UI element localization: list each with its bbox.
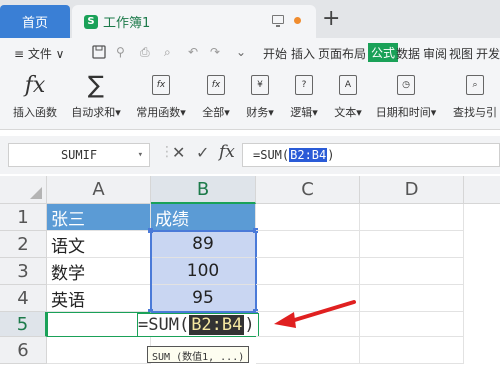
fx-icon: fx — [24, 72, 46, 98]
column-header-e[interactable] — [464, 176, 500, 204]
row-header-6[interactable]: 6 — [0, 337, 47, 364]
date-time-button[interactable]: ◷ 日期和时间▾ — [374, 72, 438, 120]
print-icon[interactable]: ⎙ — [140, 45, 150, 60]
menu-start[interactable]: 开始 — [263, 45, 287, 62]
text-button[interactable]: A 文本▾ — [330, 72, 366, 120]
menu-developer[interactable]: 开发 — [476, 45, 500, 62]
cell-a3[interactable]: 数学 — [47, 258, 151, 285]
column-header-d[interactable]: D — [360, 176, 464, 204]
menu-formula[interactable]: 公式 — [368, 43, 399, 62]
cell-b2[interactable]: 89 — [151, 231, 256, 258]
cell-a4[interactable]: 英语 — [47, 285, 151, 312]
red-arrow-icon — [274, 300, 356, 328]
tab-home[interactable]: 首页 — [0, 5, 70, 38]
cell-d1[interactable] — [360, 204, 464, 231]
format-painter-icon[interactable]: ⚲ — [116, 45, 125, 59]
lookup-reference-button[interactable]: ⌕ 查找与引 — [450, 72, 500, 120]
unsaved-dot-icon — [294, 17, 301, 24]
cell-d4[interactable] — [360, 285, 464, 312]
cancel-icon[interactable]: ✕ — [172, 143, 185, 162]
tab-bar: 首页 S 工作簿1 + — [0, 0, 500, 38]
cell-d5[interactable] — [360, 312, 464, 337]
name-box-dropdown-icon[interactable]: ▾ — [138, 150, 143, 160]
cell-a6[interactable] — [47, 337, 151, 364]
column-header-b[interactable]: B — [151, 176, 256, 204]
column-header-a[interactable]: A — [47, 176, 151, 204]
cell-b4[interactable]: 95 — [151, 285, 256, 312]
cell-c1[interactable] — [256, 204, 360, 231]
row-header-5[interactable]: 5 — [0, 312, 47, 337]
row-header-2[interactable]: 2 — [0, 231, 47, 258]
selection-handle[interactable] — [148, 228, 153, 233]
cell-c2[interactable] — [256, 231, 360, 258]
formula-input[interactable]: =SUM(B2:B4) — [242, 143, 500, 167]
row-header-3[interactable]: 3 — [0, 258, 47, 285]
wps-sheet-logo-icon: S — [84, 14, 98, 29]
formula-range-ref: B2:B4 — [289, 148, 328, 162]
cell-b1[interactable]: 成绩 — [151, 204, 256, 231]
common-function-icon: fx — [132, 72, 190, 98]
lookup-icon: ⌕ — [450, 72, 500, 98]
sigma-icon: ∑ — [87, 71, 105, 99]
menu-bar: ≡ 文件 ∨ ⚲ ⎙ ⌕ ↶ ↷ ⌄ 开始 插入 页面布局 公式 数据 审阅 视… — [0, 38, 500, 68]
insert-function-button[interactable]: fx 插入函数 — [8, 72, 62, 120]
print-preview-icon[interactable]: ⌕ — [164, 45, 171, 60]
more-dropdown-icon[interactable]: ⌄ — [236, 45, 246, 59]
column-header-c[interactable]: C — [256, 176, 360, 204]
text-icon: A — [330, 72, 366, 98]
function-tooltip: SUM (数值1, ...) — [147, 346, 250, 363]
confirm-check-icon[interactable]: ✓ — [196, 143, 209, 162]
cell-c6[interactable] — [256, 337, 360, 364]
cell-a5[interactable] — [47, 312, 151, 337]
finance-button[interactable]: ¥ 财务▾ — [242, 72, 278, 120]
cell-d3[interactable] — [360, 258, 464, 285]
cell-a2[interactable]: 语文 — [47, 231, 151, 258]
finance-icon: ¥ — [242, 72, 278, 98]
row-header-1[interactable]: 1 — [0, 204, 47, 231]
cell-d2[interactable] — [360, 231, 464, 258]
select-all-corner[interactable] — [0, 176, 47, 204]
workbook-title: 工作簿1 — [103, 16, 151, 31]
cell-b5-editor[interactable]: =SUM(B2:B4) — [137, 313, 259, 337]
redo-icon[interactable]: ↷ — [210, 45, 220, 59]
cell-b3[interactable]: 100 — [151, 258, 256, 285]
formula-ribbon: fx 插入函数 ∑ 自动求和▾ fx 常用函数▾ fx 全部▾ ¥ 财务▾ ? … — [0, 68, 500, 130]
cell-d6[interactable] — [360, 337, 464, 364]
menu-data[interactable]: 数据 — [396, 45, 420, 62]
file-menu[interactable]: ≡ 文件 ∨ — [14, 45, 64, 62]
undo-icon[interactable]: ↶ — [188, 45, 198, 59]
row-header-4[interactable]: 4 — [0, 285, 47, 312]
monitor-icon[interactable] — [272, 15, 284, 27]
name-box[interactable]: SUMIF ▾ — [8, 143, 150, 167]
autosum-button[interactable]: ∑ 自动求和▾ — [66, 71, 126, 120]
all-function-icon: fx — [198, 72, 234, 98]
editor-range-ref: B2:B4 — [189, 315, 245, 335]
logic-button[interactable]: ? 逻辑▾ — [286, 72, 322, 120]
menu-view[interactable]: 视图 — [449, 45, 473, 62]
tab-workbook[interactable]: S 工作簿1 — [72, 5, 316, 38]
all-functions-button[interactable]: fx 全部▾ — [198, 72, 234, 120]
datetime-icon: ◷ — [374, 72, 438, 98]
menu-insert[interactable]: 插入 — [291, 45, 315, 62]
menu-page-layout[interactable]: 页面布局 — [318, 45, 366, 62]
new-tab-plus-icon[interactable]: + — [322, 6, 340, 32]
fx-insert-icon[interactable]: fx — [219, 142, 235, 162]
formula-bar: SUMIF ▾ ⋮ ✕ ✓ fx =SUM(B2:B4) — [0, 136, 500, 174]
cell-a1[interactable]: 张三 — [47, 204, 151, 231]
menu-review[interactable]: 审阅 — [423, 45, 447, 62]
cell-c3[interactable] — [256, 258, 360, 285]
common-functions-button[interactable]: fx 常用函数▾ — [132, 72, 190, 120]
save-icon[interactable] — [92, 45, 106, 62]
logic-icon: ? — [286, 72, 322, 98]
